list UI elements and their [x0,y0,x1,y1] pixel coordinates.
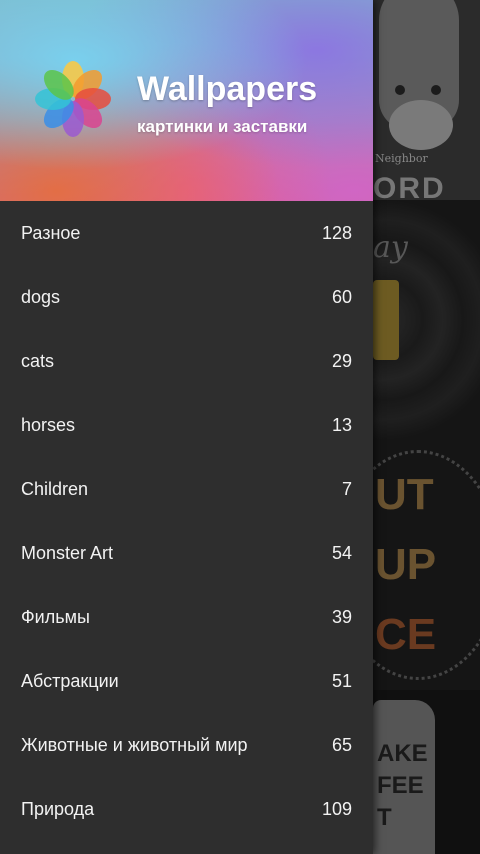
category-count: 7 [341,479,352,499]
navigation-drawer: Wallpapers картинки и заставки Разное 12… [0,0,373,854]
wallpaper-lettering: AKE [377,740,428,767]
category-label: Children [21,479,89,499]
totoro-belly [389,100,453,150]
category-label: Абстракции [21,671,119,691]
category-label: cats [21,351,55,371]
totoro-eye [431,85,441,95]
category-label: horses [21,415,76,435]
wallpaper-script-text: ay [373,230,408,265]
category-count: 109 [321,799,352,819]
wallpaper-thumbnail: Neighbor ORD [373,0,480,205]
category-item-nature[interactable]: Природа 109 [0,777,373,841]
wallpaper-lettering: UT [375,470,434,519]
category-list: Разное 128 dogs 60 cats 29 horses 13 Chi… [0,201,373,841]
category-count: 51 [331,671,352,691]
app-title: Wallpapers [137,70,318,108]
category-label: Monster Art [21,543,114,563]
category-item-abstractions[interactable]: Абстракции 51 [0,649,373,713]
category-label: Природа [21,799,95,819]
app-subtitle: картинки и заставки [137,117,308,136]
wallpaper-thumbnail: ay [373,200,480,440]
category-label: Разное [21,223,81,243]
category-count: 65 [331,735,352,755]
category-count: 54 [331,543,352,563]
wallpaper-lettering: FEE [377,772,424,799]
category-item-dogs[interactable]: dogs 60 [0,265,373,329]
category-item-children[interactable]: Children 7 [0,457,373,521]
category-item-monster-art[interactable]: Monster Art 54 [0,521,373,585]
jar-illustration: AKE FEE T [373,700,435,854]
category-count: 13 [331,415,352,435]
category-count: 29 [331,351,352,371]
wallpaper-thumbnail: AKE FEE T [373,690,480,854]
wallpaper-caption: Neighbor [375,152,428,165]
category-count: 39 [331,607,352,627]
category-count: 128 [321,223,352,243]
category-item-animals[interactable]: Животные и животный мир 65 [0,713,373,777]
category-item-raznoe[interactable]: Разное 128 [0,201,373,265]
wallpaper-thumbnail: UT UP CE [373,440,480,690]
wallpaper-grid-background: Neighbor ORD ay UT UP CE AKE FEE T [373,0,480,854]
category-item-horses[interactable]: horses 13 [0,393,373,457]
wallpaper-lettering: CE [375,610,437,659]
drawer-header: Wallpapers картинки и заставки [0,0,373,201]
category-label: Фильмы [21,607,90,627]
category-count: 60 [331,287,352,307]
wallpaper-lettering: UP [375,540,437,589]
wallpaper-lettering: T [377,804,392,831]
category-label: Животные и животный мир [21,735,248,755]
category-item-films[interactable]: Фильмы 39 [0,585,373,649]
beer-illustration [373,280,399,360]
flower-photos-icon [35,61,111,137]
totoro-eye [395,85,405,95]
category-item-cats[interactable]: cats 29 [0,329,373,393]
category-label: dogs [21,287,61,307]
